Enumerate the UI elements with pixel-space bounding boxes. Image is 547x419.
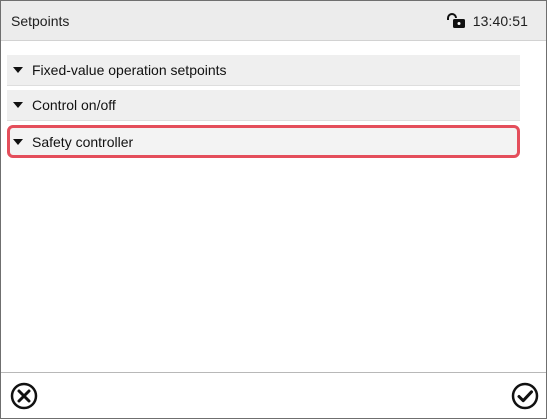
check-circle-icon [511,382,539,410]
setpoint-menu-list: Fixed-value operation setpoints Control … [7,55,520,162]
triangle-down-icon [13,138,23,145]
triangle-down-icon [13,67,23,73]
confirm-button[interactable] [510,381,540,411]
clock-time: 13:40:51 [472,12,528,29]
menu-item-label: Safety controller [32,133,134,150]
footer-bar [1,372,546,418]
title-bar: Setpoints 13:40:51 [1,1,546,41]
menu-item-label: Control on/off [32,97,116,113]
status-area: 13:40:51 [444,13,528,29]
cancel-button[interactable] [9,381,39,411]
setpoints-content: Fixed-value operation setpoints Control … [1,45,546,371]
close-circle-icon [10,382,38,410]
menu-item-label: Fixed-value operation setpoints [32,62,227,78]
menu-item-control-on-off[interactable]: Control on/off [7,90,520,121]
device-screen: Setpoints 13:40:51 Fixed-value operation… [0,0,547,419]
page-title: Setpoints [11,12,70,29]
menu-item-safety-controller[interactable]: Safety controller [7,125,520,158]
unlocked-padlock-icon [444,12,468,29]
menu-item-fixed-value-operation-setpoints[interactable]: Fixed-value operation setpoints [7,55,520,86]
triangle-down-icon [13,102,23,108]
